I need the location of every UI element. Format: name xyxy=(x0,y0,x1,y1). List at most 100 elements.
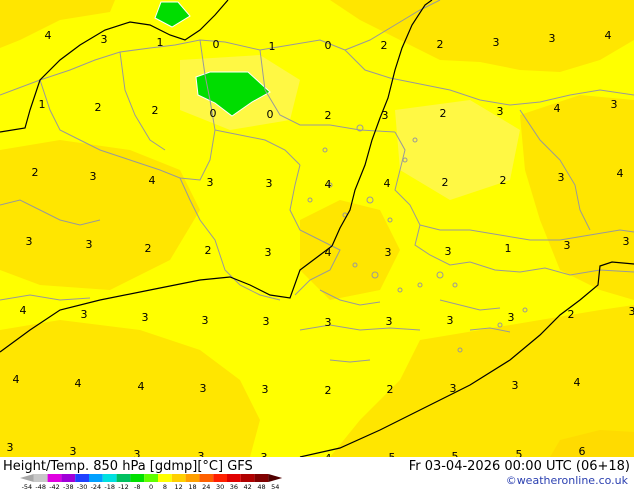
scale-swatch xyxy=(116,474,131,482)
temperature-value: 2 xyxy=(440,107,447,120)
temperature-value: 5 xyxy=(452,450,459,457)
temperature-value: 2 xyxy=(325,384,332,397)
temperature-value: 4 xyxy=(20,304,27,317)
scale-swatch xyxy=(20,474,34,482)
temperature-value: 3 xyxy=(101,33,108,46)
temperature-value: 3 xyxy=(207,176,214,189)
temperature-value: 3 xyxy=(7,441,14,454)
scale-label: 48 xyxy=(257,483,265,490)
temperature-value: 4 xyxy=(384,177,391,190)
temperature-value: 2 xyxy=(32,166,39,179)
temperature-value: 0 xyxy=(267,108,274,121)
scale-label: -42 xyxy=(49,483,60,490)
scale-label: -38 xyxy=(63,483,74,490)
scale-swatch xyxy=(213,474,227,482)
temperature-value: 3 xyxy=(508,311,515,324)
scale-swatch xyxy=(102,474,117,482)
temperature-value: 2 xyxy=(152,104,159,117)
temperature-value: 2 xyxy=(145,242,152,255)
scale-label: -8 xyxy=(134,483,140,490)
temperature-value: 4 xyxy=(325,246,332,259)
map-title: Height/Temp. 850 hPa [gdmp][°C] GFS xyxy=(3,459,253,474)
temperature-value: 3 xyxy=(623,235,630,248)
scale-swatch xyxy=(61,474,76,482)
temperature-value: 3 xyxy=(202,314,209,327)
scale-swatch xyxy=(47,474,62,482)
temperature-value: 4 xyxy=(325,178,332,191)
scale-label: 30 xyxy=(216,483,224,490)
temperature-value: 3 xyxy=(86,238,93,251)
temperature-value: 3 xyxy=(200,382,207,395)
temperature-value: 4 xyxy=(138,380,145,393)
scale-swatch xyxy=(240,474,255,482)
scale-label: -48 xyxy=(35,483,46,490)
color-scale: -54 -48 -42 -38 -30 -24 -18 -12 -8 0 8 12 18 24 30 36 42… xyxy=(20,474,283,490)
scale-label: 0 xyxy=(149,483,153,490)
temperature-value: 3 xyxy=(558,171,565,184)
scale-swatch xyxy=(227,474,241,482)
temperature-value: 3 xyxy=(90,170,97,183)
temperature-value: 4 xyxy=(617,167,624,180)
scale-label: 36 xyxy=(230,483,238,490)
temperature-value: 3 xyxy=(493,36,500,49)
temperature-value: 3 xyxy=(265,246,272,259)
temperature-value: 1 xyxy=(39,98,46,111)
temperature-value: 0 xyxy=(325,39,332,52)
scale-label: 8 xyxy=(163,483,167,490)
temperature-map: 4 3 1 0 1 0 2 2 3 3 4 1 2 2 0 0 2 3 2 3 4 3 2 3 4 3 3 4 4 2 2 3 4 3 3 2 2 3 4 3… xyxy=(0,0,634,457)
scale-label: -24 xyxy=(91,483,102,490)
temperature-value: 4 xyxy=(554,102,561,115)
temperature-value: 3 xyxy=(266,177,273,190)
temperature-value: 2 xyxy=(205,244,212,257)
temperature-value: 3 xyxy=(81,308,88,321)
temperature-value: 1 xyxy=(505,242,512,255)
scale-label: -12 xyxy=(118,483,129,490)
scale-swatch xyxy=(144,474,158,482)
scale-label: 12 xyxy=(175,483,183,490)
temperature-value: 6 xyxy=(579,445,586,457)
scale-swatch xyxy=(33,474,48,482)
scale-swatch xyxy=(185,474,200,482)
temperature-value: 3 xyxy=(26,235,33,248)
temperature-value: 1 xyxy=(157,36,164,49)
temperature-value: 2 xyxy=(325,109,332,122)
temperature-value: 2 xyxy=(95,101,102,114)
temperature-value: 3 xyxy=(386,315,393,328)
temperature-value: 4 xyxy=(13,373,20,386)
temperature-value: 3 xyxy=(142,311,149,324)
temperature-value: 3 xyxy=(263,315,270,328)
temperature-value: 3 xyxy=(512,379,519,392)
temperature-value: 3 xyxy=(198,450,205,457)
temperature-value: 2 xyxy=(387,383,394,396)
scale-swatch xyxy=(199,474,214,482)
temperature-value: 4 xyxy=(605,29,612,42)
temperature-value: 4 xyxy=(574,376,581,389)
scale-label: 42 xyxy=(244,483,252,490)
weather-map-page: 4310102233412200232343234334422343322343… xyxy=(0,0,634,490)
temperature-value: 3 xyxy=(447,314,454,327)
temperature-value: 0 xyxy=(210,107,217,120)
scale-swatch xyxy=(171,474,186,482)
temperature-value: 0 xyxy=(213,38,220,51)
scale-swatch xyxy=(268,474,283,482)
temperature-value: 3 xyxy=(611,98,618,111)
temperature-value: 2 xyxy=(568,308,575,321)
credit-link[interactable]: ©weatheronline.co.uk xyxy=(506,474,628,487)
temperature-value: 3 xyxy=(385,246,392,259)
temperature-value: 3 xyxy=(629,305,634,318)
temperature-value: 3 xyxy=(134,448,141,457)
scale-label: 24 xyxy=(202,483,210,490)
temperature-value: 2 xyxy=(500,174,507,187)
scale-label: 54 xyxy=(271,483,279,490)
bottom-bar: Height/Temp. 850 hPa [gdmp][°C] GFS Fr 0… xyxy=(0,457,634,490)
scale-label: -30 xyxy=(77,483,88,490)
temperature-value: 2 xyxy=(442,176,449,189)
temperature-value: 1 xyxy=(269,40,276,53)
temperature-value: 4 xyxy=(75,377,82,390)
scale-label: 18 xyxy=(188,483,196,490)
temperature-value: 2 xyxy=(381,39,388,52)
scale-swatch xyxy=(89,474,103,482)
temperature-value: 3 xyxy=(382,109,389,122)
temperature-value: 3 xyxy=(70,445,77,457)
valid-time: Fr 03-04-2026 00:00 UTC (06+18) xyxy=(408,459,630,474)
